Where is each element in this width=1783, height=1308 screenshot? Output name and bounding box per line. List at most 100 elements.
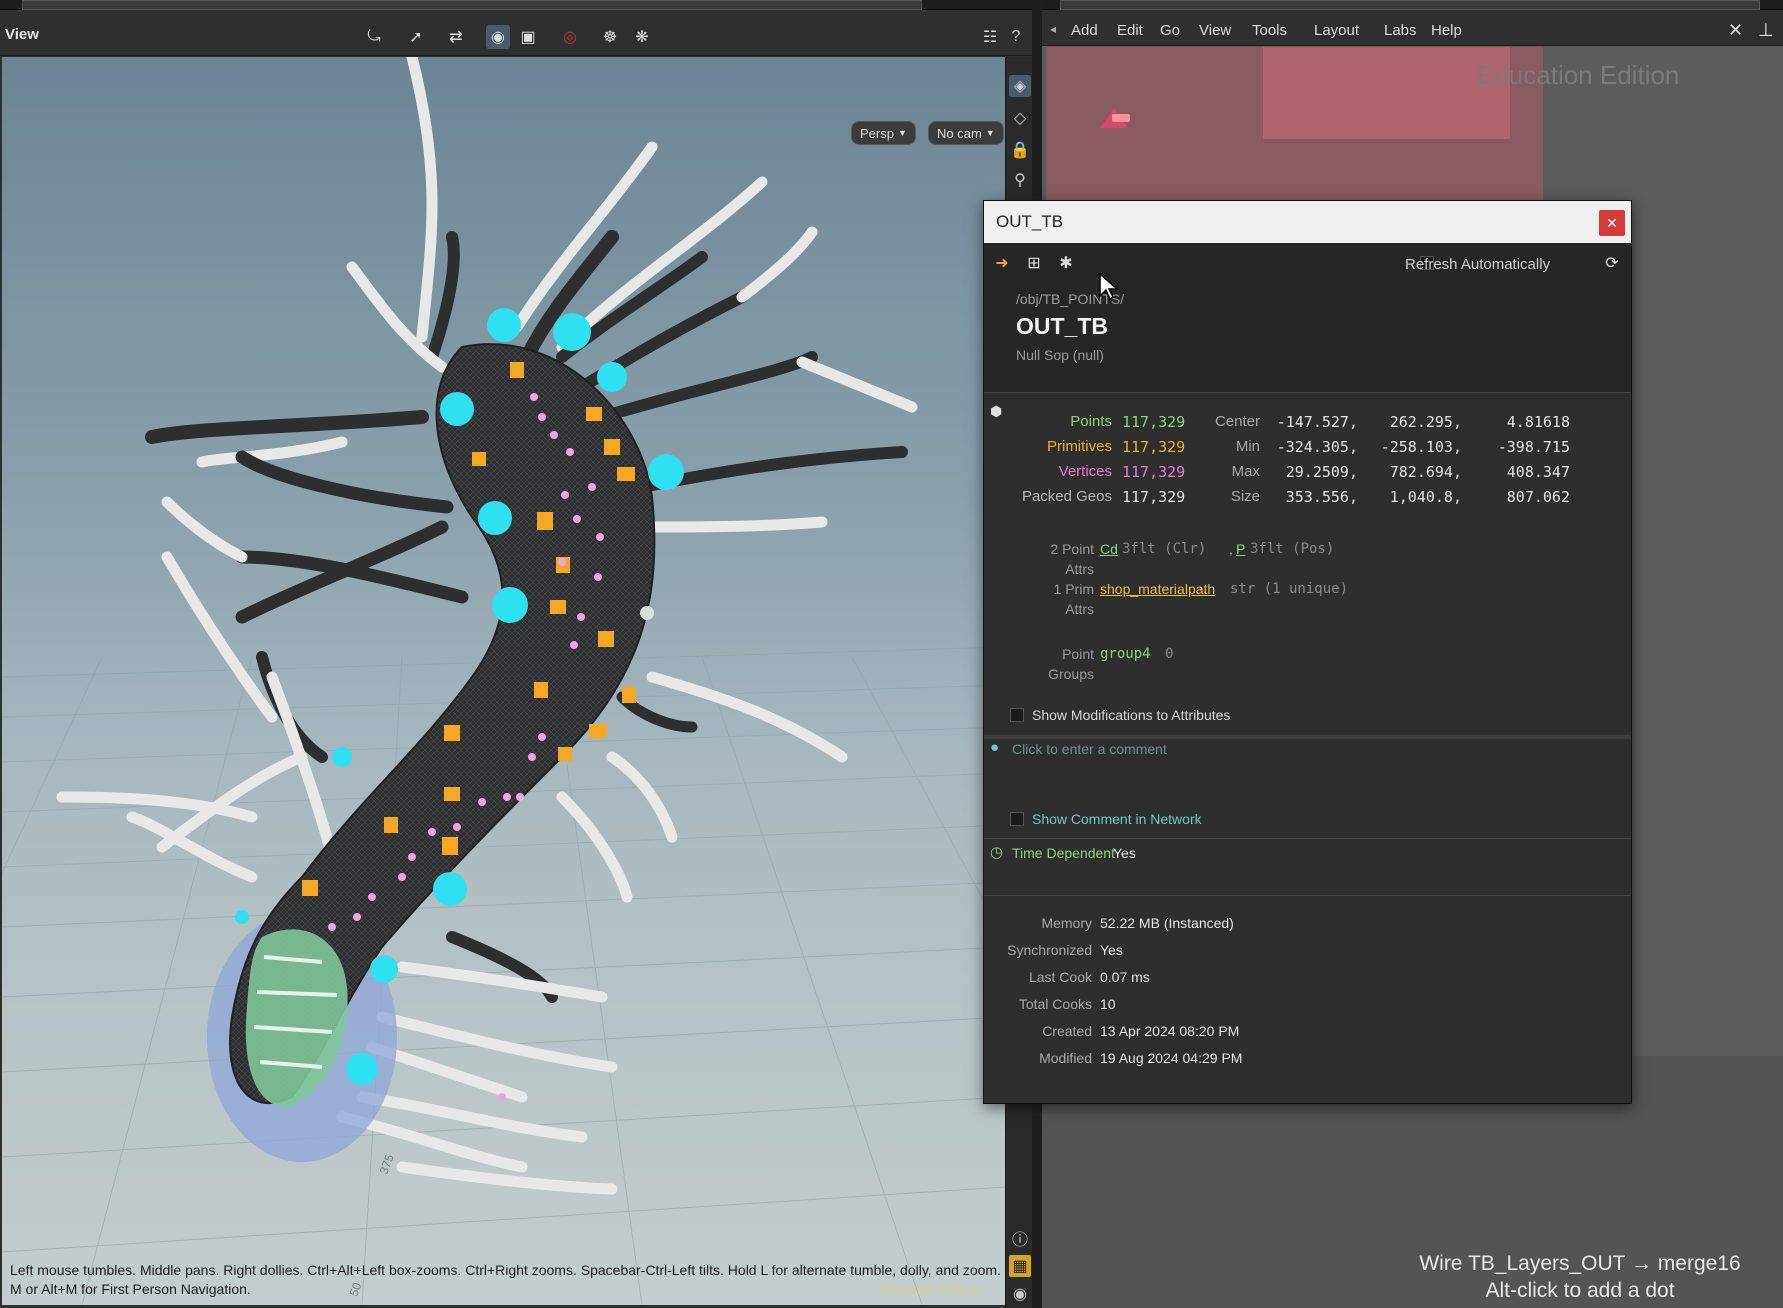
menu-tools[interactable]: Tools <box>1252 22 1287 39</box>
group-count: 0 <box>1165 646 1174 662</box>
viewport-path-bar[interactable] <box>22 0 922 10</box>
menu-add[interactable]: Add <box>1071 22 1098 39</box>
select-tool-icon[interactable]: ➚ <box>404 25 428 49</box>
display-layers-icon[interactable]: ◈ <box>1009 75 1031 97</box>
meta-label: Modified <box>1039 1050 1092 1066</box>
section-divider <box>984 735 1631 739</box>
pin-icon[interactable]: ⊥ <box>1758 20 1774 41</box>
scene-geometry: 375 50 <box>2 57 1005 1305</box>
education-watermark: Education Edition <box>1477 60 1680 90</box>
persp-label: Persp <box>860 125 894 141</box>
3d-viewport[interactable]: 375 50 Persp ▼ No cam ▼ <box>2 57 1005 1305</box>
bounds-label: Max <box>1231 463 1260 480</box>
grid-label-a: 375 <box>377 1152 397 1176</box>
attr-cd-link[interactable]: Cd <box>1100 541 1118 557</box>
eye-icon[interactable]: ◉ <box>1009 1283 1031 1305</box>
menu-layout[interactable]: Layout <box>1314 22 1359 39</box>
attr-kind: 1 Prim <box>1053 581 1094 597</box>
primitives-label: Primitives <box>1046 438 1112 455</box>
primitives-value: 117,329 <box>1122 438 1186 456</box>
show-comment-label: Show Comment in Network <box>1032 811 1202 827</box>
light-icon[interactable]: ⚲ <box>1009 169 1031 191</box>
wire-line-1: Wire TB_Layers_OUT → merge16 <box>1419 1252 1741 1275</box>
dialog-title: OUT_TB <box>996 212 1064 231</box>
meta-label: Synchronized <box>1007 942 1092 958</box>
menu-go[interactable]: Go <box>1160 22 1180 39</box>
vertices-value: 117,329 <box>1122 463 1186 481</box>
help-line-2: M or Alt+M for First Person Navigation. <box>10 1281 251 1297</box>
mouse-cursor-icon <box>1099 272 1119 301</box>
attr-p-link[interactable]: P <box>1236 541 1245 557</box>
eye-marker <box>640 606 654 620</box>
bounds-label: Min <box>1235 438 1260 455</box>
camera-label: No cam <box>937 125 982 141</box>
pin-icon[interactable]: ➜ <box>992 253 1012 273</box>
lock-icon[interactable]: 🔒 <box>1009 139 1031 161</box>
transform-tool-icon[interactable]: ⇄ <box>444 25 468 49</box>
bounds-y: 262.295, <box>1389 413 1462 431</box>
bounds-label: Center <box>1214 413 1260 430</box>
attr-shop-materialpath-link[interactable]: shop_materialpath <box>1100 581 1215 597</box>
points-value: 117,329 <box>1122 413 1186 431</box>
bounds-z: 4.81618 <box>1506 413 1570 431</box>
bounds-z: 807.062 <box>1506 488 1570 506</box>
help-icon[interactable]: ? <box>1004 25 1028 49</box>
grid-icon[interactable]: ▦ <box>1009 1255 1031 1277</box>
menu-labs[interactable]: Labs <box>1384 22 1417 39</box>
comment-icon: ● <box>990 739 1000 756</box>
packed-geos-value: 117,329 <box>1122 488 1186 506</box>
info-icon[interactable]: ⓘ <box>1009 1227 1031 1249</box>
menu-help[interactable]: Help <box>1431 22 1462 39</box>
dialog-titlebar[interactable]: OUT_TB ✕ <box>984 201 1631 243</box>
ghost-geometry-icon[interactable]: ◇ <box>1009 107 1031 129</box>
pane-nav-icon[interactable]: ◂ <box>1050 22 1056 36</box>
show-comment-checkbox[interactable] <box>1010 812 1024 826</box>
bounds-label: Size <box>1230 488 1260 505</box>
close-icon: ✕ <box>1606 214 1618 231</box>
network-path-bar[interactable] <box>1060 0 1760 10</box>
time-dependent-label: Time Dependent <box>1012 845 1115 861</box>
viewport-help-text: Left mouse tumbles. Middle pans. Right d… <box>10 1261 1010 1299</box>
wrench-icon[interactable]: ✕ <box>1728 20 1743 41</box>
refresh-icon[interactable]: ⟳ <box>1602 253 1622 273</box>
vertices-label: Vertices <box>1058 463 1112 480</box>
chevron-down-icon: ▼ <box>897 128 907 138</box>
clock-icon: ◷ <box>990 844 1004 861</box>
meta-value: 52.22 MB (Instanced) <box>1100 915 1234 931</box>
wire-status-text: Wire TB_Layers_OUT → merge16 Alt-click t… <box>1400 1250 1760 1304</box>
wire-line-2: Alt-click to add a dot <box>1485 1279 1675 1302</box>
tumble-tool-icon[interactable]: ⤿ <box>362 25 386 49</box>
bounds-x: -147.527, <box>1276 413 1358 431</box>
attr-separator: , <box>1229 541 1233 557</box>
attr-p-type: 3flt (Pos) <box>1250 541 1335 557</box>
help-line-1: Left mouse tumbles. Middle pans. Right d… <box>10 1262 1001 1278</box>
record-icon[interactable]: ◎ <box>558 25 582 49</box>
meta-value: Yes <box>1100 942 1123 958</box>
snapshot-icon[interactable]: ▣ <box>516 25 540 49</box>
view-title: View <box>5 26 39 43</box>
camera-dropdown[interactable]: No cam ▼ <box>928 121 1004 145</box>
group-kind: Point <box>1062 646 1094 662</box>
add-icon[interactable]: ⊞ <box>1024 253 1044 273</box>
render-icon[interactable]: ☸ <box>598 25 622 49</box>
attr-kind-2: Attrs <box>1065 601 1094 617</box>
menu-view[interactable]: View <box>1199 22 1231 39</box>
persp-dropdown[interactable]: Persp ▼ <box>851 121 916 145</box>
meta-label: Created <box>1042 1023 1092 1039</box>
close-button[interactable]: ✕ <box>1599 210 1625 236</box>
meta-label: Last Cook <box>1028 969 1092 985</box>
comment-input[interactable]: Click to enter a comment <box>1012 741 1167 757</box>
show-mods-checkbox[interactable] <box>1010 708 1024 722</box>
bounds-y: -258.103, <box>1380 438 1462 456</box>
menu-edit[interactable]: Edit <box>1117 22 1143 39</box>
bounds-y: 1,040.8, <box>1389 488 1462 506</box>
display-options-icon[interactable]: ❋ <box>630 25 654 49</box>
points-label: Points <box>1070 413 1112 430</box>
node-chip[interactable] <box>1112 114 1130 122</box>
top-path-strip <box>0 0 1783 10</box>
group-kind-2: Groups <box>1048 666 1094 682</box>
debug-icon[interactable]: ✱ <box>1056 253 1076 273</box>
network-box-2[interactable] <box>1263 47 1510 139</box>
viewport-layout-icon[interactable]: ☷ <box>978 25 1002 49</box>
camera-view-icon[interactable]: ◉ <box>486 25 510 49</box>
